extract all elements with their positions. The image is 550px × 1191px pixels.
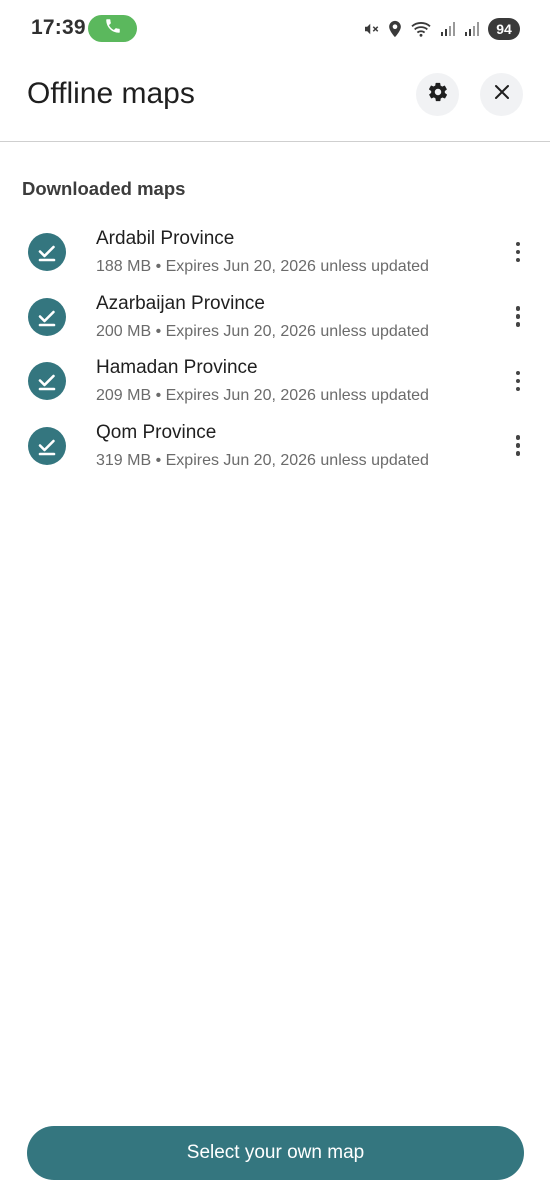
signal-icon	[464, 21, 480, 37]
download-done-icon	[28, 426, 66, 465]
status-time: 17:39	[31, 16, 86, 39]
more-vert-icon	[515, 306, 521, 311]
download-done-icon	[28, 362, 66, 400]
more-vert-icon	[515, 370, 521, 376]
map-meta: 209 MB • Expires Jun 20, 2026 unless upd…	[96, 387, 429, 404]
phone-call-icon	[104, 17, 122, 40]
signal-icon	[440, 21, 456, 37]
settings-button[interactable]	[416, 73, 459, 116]
download-done-icon	[28, 297, 66, 336]
list-item[interactable]: Hamadan Province 209 MB • Expires Jun 20…	[0, 347, 550, 412]
more-options-button[interactable]	[504, 234, 532, 270]
status-icons: 94	[362, 16, 520, 42]
more-vert-icon	[515, 435, 521, 440]
map-meta: 188 MB • Expires Jun 20, 2026 unless upd…	[96, 258, 429, 275]
more-vert-icon	[515, 241, 521, 247]
wifi-icon	[410, 20, 432, 38]
section-heading: Downloaded maps	[22, 178, 186, 199]
list-item[interactable]: Ardabil Province 188 MB • Expires Jun 20…	[0, 218, 550, 283]
more-options-button[interactable]	[504, 363, 532, 399]
map-name: Azarbaijan Province	[96, 292, 265, 314]
app-header: Offline maps	[0, 60, 550, 142]
more-options-button[interactable]	[504, 299, 532, 335]
map-name: Ardabil Province	[96, 228, 235, 249]
close-icon	[494, 84, 510, 105]
download-done-icon	[28, 233, 66, 271]
map-name: Hamadan Province	[96, 357, 258, 378]
ongoing-call-indicator[interactable]	[88, 15, 137, 42]
more-options-button[interactable]	[504, 428, 532, 464]
battery-icon: 94	[488, 18, 520, 40]
list-item[interactable]: Azarbaijan Province 200 MB • Expires Jun…	[0, 283, 550, 348]
page-title: Offline maps	[27, 77, 195, 110]
offline-maps-screen: 17:39 94 Offline maps Downloaded maps Ar…	[0, 0, 550, 1191]
map-meta: 200 MB • Expires Jun 20, 2026 unless upd…	[96, 322, 429, 340]
select-your-own-map-button[interactable]: Select your own map	[27, 1126, 524, 1180]
downloaded-maps-list: Ardabil Province 188 MB • Expires Jun 20…	[0, 218, 550, 476]
mute-vibrate-icon	[362, 20, 380, 38]
map-meta: 319 MB • Expires Jun 20, 2026 unless upd…	[96, 451, 429, 469]
map-name: Qom Province	[96, 421, 217, 443]
list-item[interactable]: Qom Province 319 MB • Expires Jun 20, 20…	[0, 412, 550, 477]
location-icon	[388, 20, 402, 38]
close-button[interactable]	[480, 73, 523, 116]
status-bar: 17:39 94	[0, 0, 550, 56]
gear-icon	[427, 81, 449, 108]
